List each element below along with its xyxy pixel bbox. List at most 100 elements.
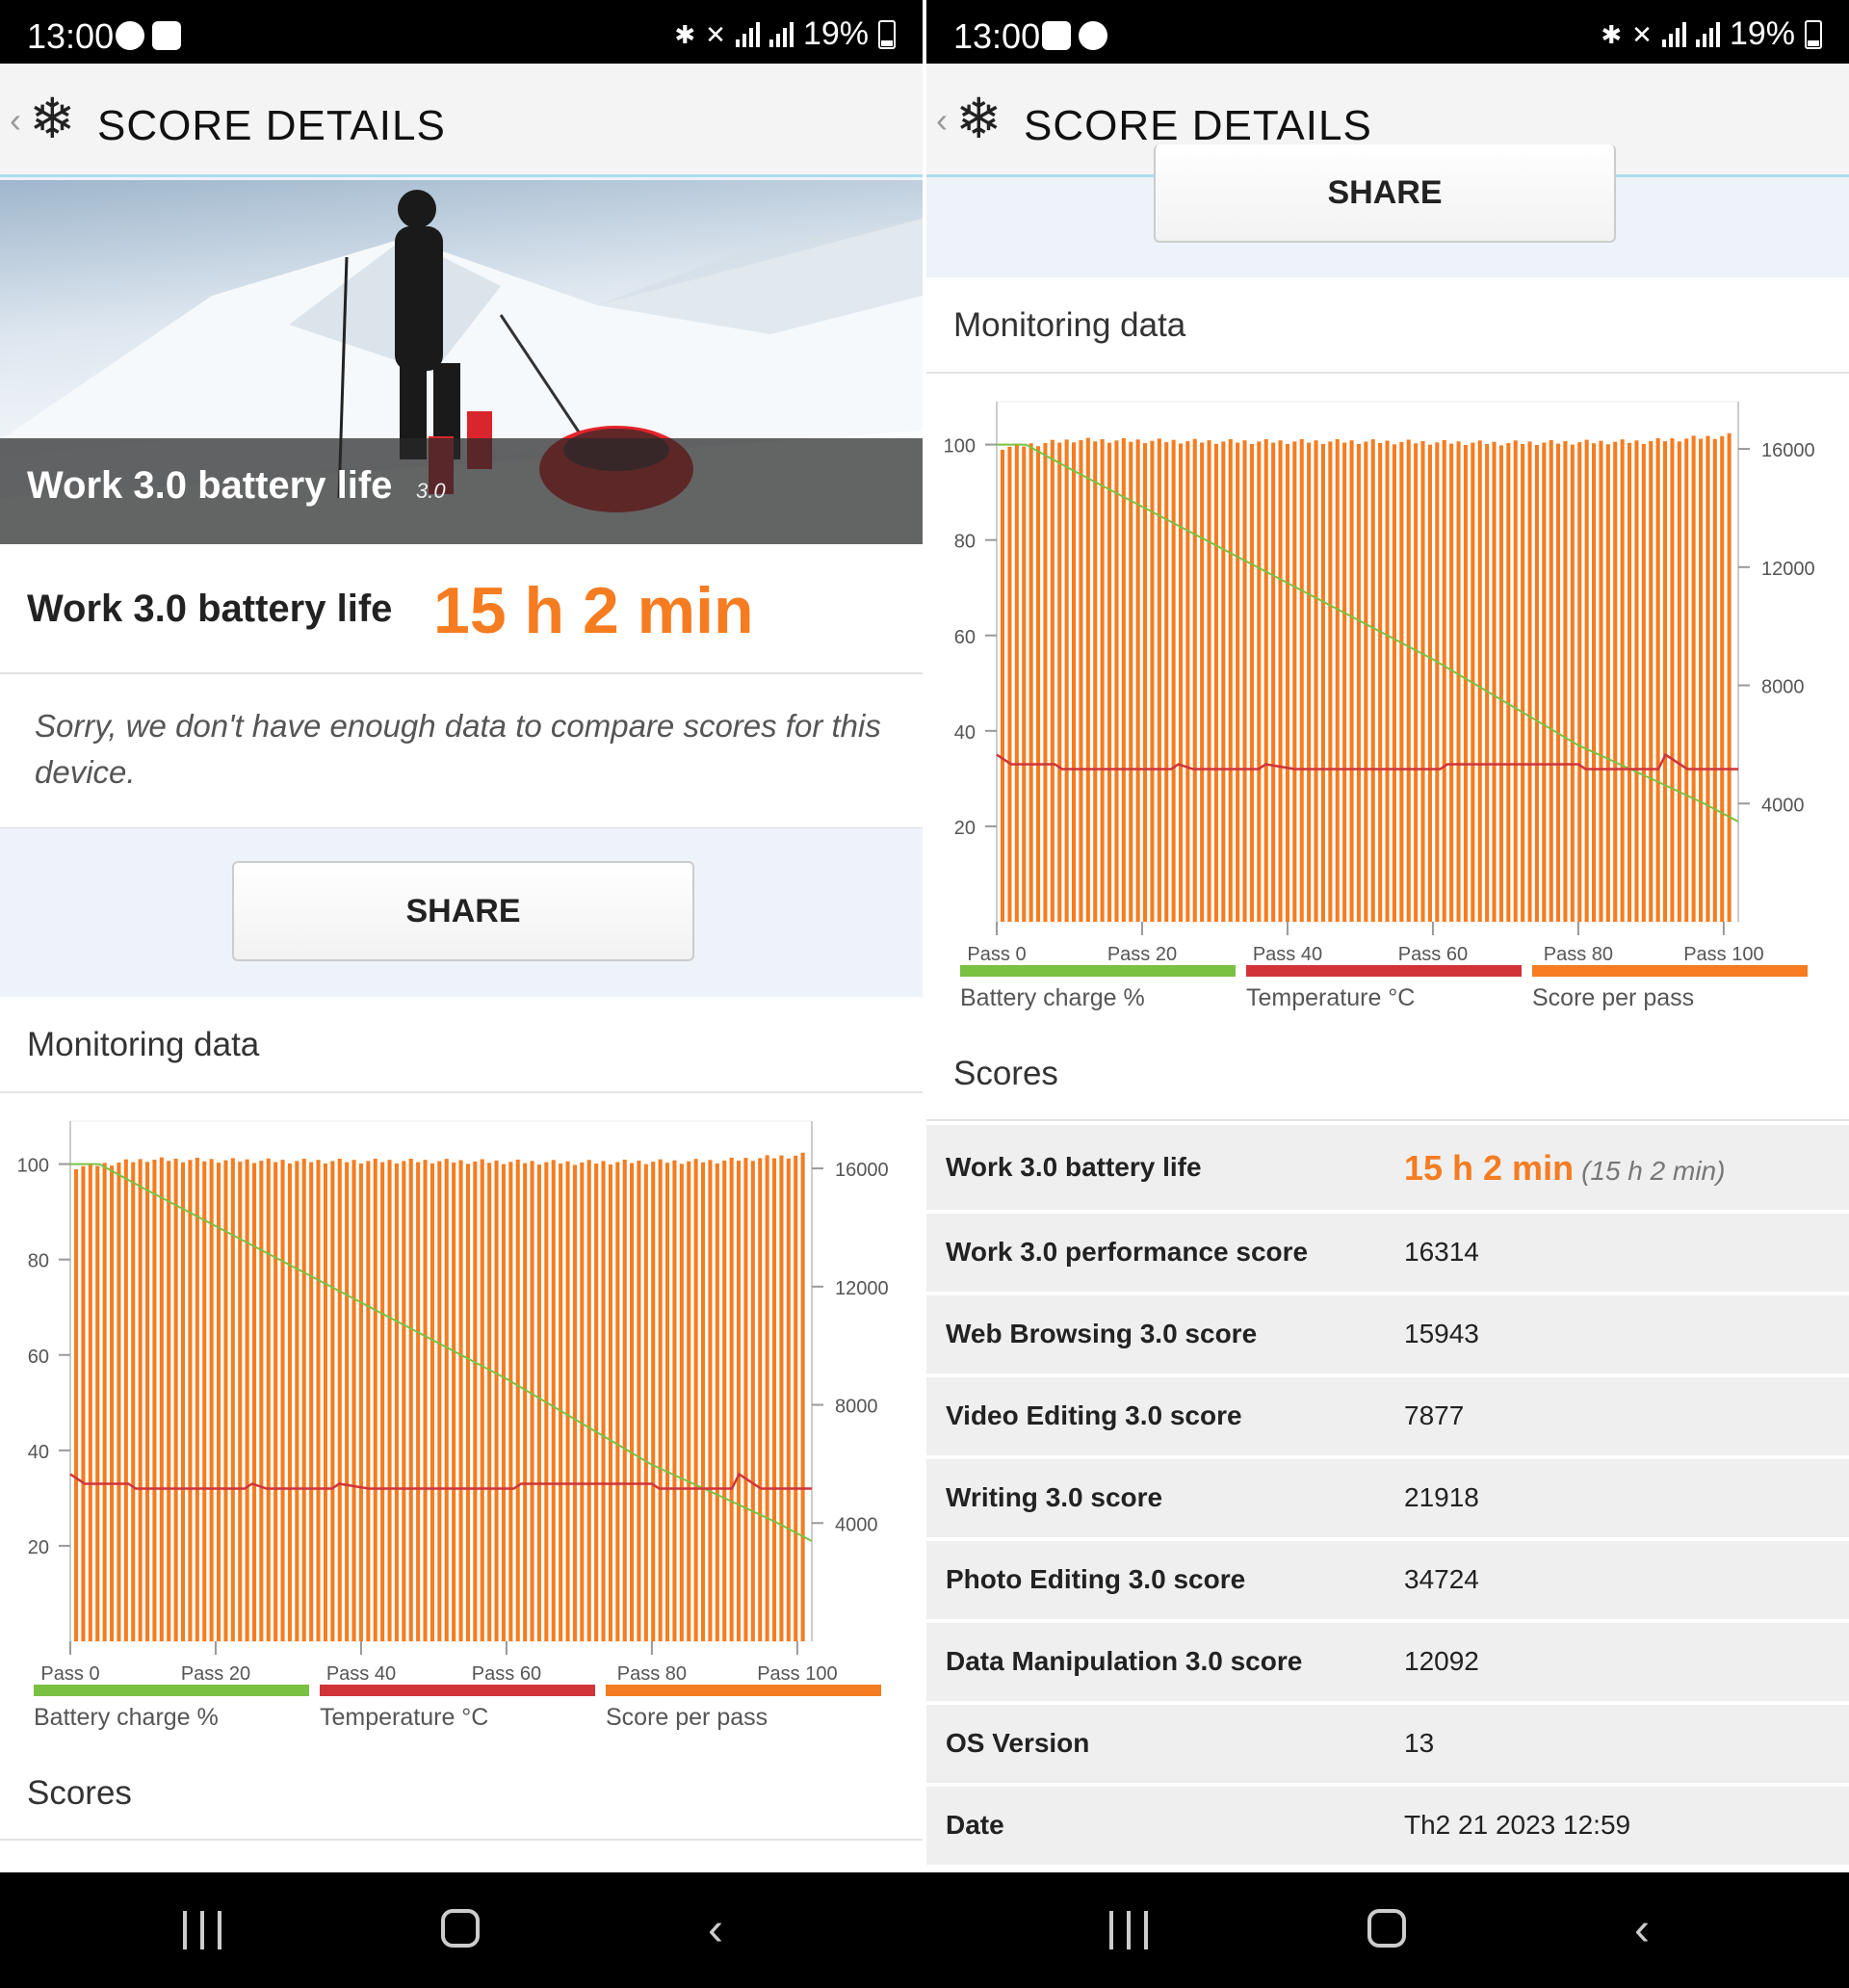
notification-icons [116,21,181,50]
legend-score-label: Score per pass [1532,984,1695,1011]
share-button[interactable]: SHARE [1154,144,1616,243]
score-name: Video Editing 3.0 score [946,1400,1242,1430]
score-value: 16314 [1404,1237,1479,1267]
score-bar [1534,445,1539,922]
home-button[interactable] [441,1909,480,1948]
score-bar [181,1162,186,1641]
score-bar [1378,442,1383,922]
notification-icons [1042,21,1107,50]
score-bar [1107,442,1112,922]
snowflake-logo-icon[interactable]: ❄ [955,91,1003,148]
score-bar [523,1163,528,1641]
monitoring-title: Monitoring data [27,1026,260,1063]
legend-temperature-label: Temperature °C [320,1704,489,1731]
score-bar [1449,443,1454,922]
score-bar [1670,438,1675,922]
recents-button[interactable] [183,1911,221,1949]
share-button[interactable]: SHARE [232,861,694,961]
score-bar [337,1159,342,1641]
monitoring-title: Monitoring data [953,306,1186,344]
score-bar [1179,443,1184,922]
score-bar [131,1162,136,1641]
score-bar [280,1160,285,1641]
score-bar [1207,440,1211,922]
score-bar [373,1159,378,1641]
score-bar [1236,442,1240,922]
back-chevron-icon[interactable]: ‹ [936,100,948,141]
score-bar [145,1162,150,1641]
score-bar [473,1161,478,1641]
snowflake-logo-icon[interactable]: ❄ [29,91,76,148]
y-right-tick-label: 12000 [1761,559,1815,580]
score-bar [1506,442,1511,922]
home-button[interactable] [1367,1909,1406,1948]
system-icons: ✱ ✕ 19% [1601,15,1822,53]
score-bar [615,1162,620,1641]
score-bar [259,1161,264,1641]
y-left-tick-label: 40 [954,722,976,744]
score-bar [487,1163,492,1641]
signal-icon-2 [768,21,794,47]
result-value: 15 h 2 min [433,574,754,647]
hero-version: 3.0 [416,479,446,503]
battery-life-subvalue: (15 h 2 min) [1581,1156,1726,1186]
monitoring-chart: 20 40 60 80 100 4000 8000 12000 16000 Pass 0 Pass … [944,401,1815,960]
score-bar [423,1160,428,1641]
score-bar [1314,440,1318,922]
score-bar [352,1160,356,1641]
x-tick-label: Pass 0 [967,944,1026,960]
x-tick-label: Pass 0 [40,1663,99,1680]
x-tick-label: Pass 60 [1398,944,1468,960]
score-bar [1605,444,1610,922]
score-bar [1634,440,1639,922]
table-row: Date Th2 21 2023 12:59 [926,1787,1849,1869]
score-bar [750,1161,755,1641]
score-bar [1435,442,1440,922]
table-row: Writing 3.0 score 21918 [926,1459,1849,1541]
score-bar [1456,441,1461,922]
message-icon [1079,21,1107,50]
score-bar [295,1161,299,1641]
score-bar [195,1158,199,1641]
score-name: Web Browsing 3.0 score [946,1319,1258,1348]
score-bar [1527,441,1532,922]
message-icon [116,21,144,50]
scores-title: Scores [953,1055,1058,1092]
score-bar [1556,443,1561,922]
table-row: Photo Editing 3.0 score 34724 [926,1541,1849,1623]
score-value: 15943 [1404,1319,1479,1348]
score-bar [1278,440,1283,922]
score-name: Photo Editing 3.0 score [946,1564,1246,1594]
right-screenshot: 13:00 ✱ ✕ 19% ‹ ❄ SCORE DETAILS SHARE Mo… [926,0,1849,1988]
score-bar [1299,439,1304,922]
score-bar [458,1160,463,1641]
y-left-tick-label: 20 [954,818,976,839]
score-value: 12092 [1404,1646,1479,1676]
back-button[interactable]: ‹ [708,1907,723,1953]
score-bar [729,1157,734,1641]
score-bar [1570,444,1575,922]
score-bar [1663,441,1668,922]
hero-title: Work 3.0 battery life [27,464,393,507]
y-right-tick-label: 4000 [835,1514,878,1535]
x-tick-label: Pass 100 [1683,944,1763,960]
score-bar [1093,441,1098,922]
y-left-tick-label: 80 [28,1251,49,1272]
score-bar [188,1160,193,1641]
table-row: Work 3.0 battery life 15 h 2 min (15 h 2 … [926,1125,1849,1214]
score-bar [1036,446,1041,922]
bluetooth-icon: ✱ [674,19,696,49]
y-right-tick-label: 8000 [835,1397,878,1418]
x-tick-label: Pass 60 [472,1663,541,1680]
score-bar [465,1164,470,1641]
score-bar [366,1161,371,1641]
legend-temperature-swatch [1246,965,1522,977]
score-bar [1029,443,1033,922]
signal-icon [1661,21,1686,47]
back-chevron-icon[interactable]: ‹ [10,100,21,141]
x-tick-label: Pass 40 [326,1663,396,1680]
back-button[interactable]: ‹ [1634,1907,1650,1953]
app-header: ‹ ❄ SCORE DETAILS [0,64,923,177]
score-bar [1001,450,1005,922]
recents-button[interactable] [1109,1911,1148,1949]
